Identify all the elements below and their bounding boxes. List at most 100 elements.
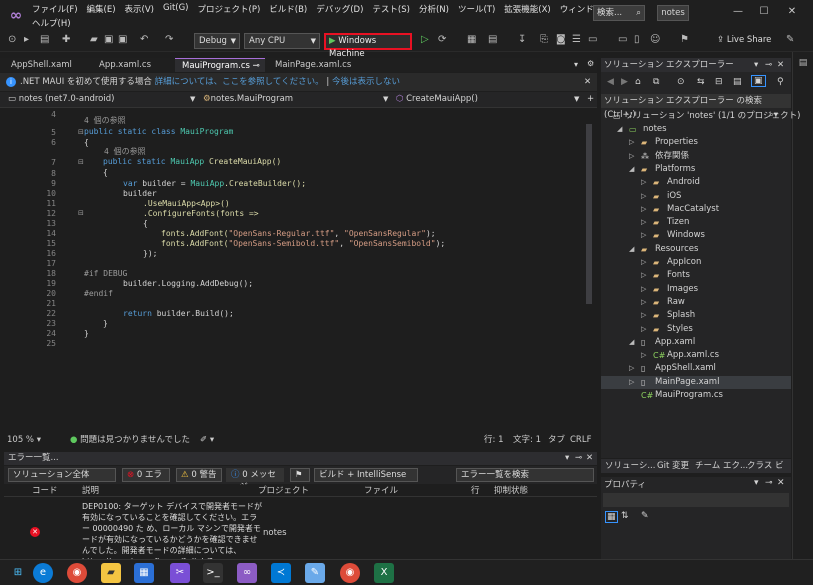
save-all-icon[interactable]: ▣ [118,34,127,45]
tree-item[interactable]: ▷ ▰ Properties [601,136,791,149]
tree-item[interactable]: ▷ ▰ Android [601,176,791,189]
tree-item[interactable]: C# MauiProgram.cs [601,389,791,402]
tree-item[interactable]: ▷ ▰ MacCatalyst [601,203,791,216]
properties-icon[interactable]: ⚲ [777,77,784,87]
tab-team-explorer[interactable]: チーム エク... [695,459,748,473]
tab-mauiprogram-cs[interactable]: MauiProgram.cs ⊸ ✕ [175,58,265,85]
char-indicator[interactable]: 文字: 1 [513,433,541,447]
collapsed-arrow-icon[interactable]: ▷ [629,150,634,163]
tree-item[interactable]: ▷ ▯ MainPage.xaml [601,375,791,389]
collapsed-arrow-icon[interactable]: ▷ [641,349,646,362]
dropdown-icon[interactable]: ▾ [565,452,569,465]
hot-reload-icon[interactable]: ⟳ [438,34,446,45]
run-windows-machine-button[interactable]: ▶ Windows Machine [324,33,412,59]
add-icon[interactable]: + [587,92,594,107]
tree-item[interactable]: ▷ ▰ Styles [601,323,791,336]
people-icon[interactable]: ☺ [650,34,660,45]
tab-app-xaml-cs[interactable]: App.xaml.cs [92,58,170,72]
close-infobar-icon[interactable]: ✕ [584,73,591,91]
scroll-thumb[interactable] [586,124,592,304]
store-icon[interactable]: ▦ [134,563,154,583]
dropdown-icon[interactable]: ▾ [754,58,758,72]
settings-icon[interactable]: ⚙ [587,59,594,68]
collapsed-arrow-icon[interactable]: ▷ [641,283,646,296]
step-icon[interactable]: ↧ [518,34,526,45]
pin-icon[interactable]: ⊸ [575,452,582,465]
tree-item[interactable]: ◢ ▭ notes [601,123,791,136]
browser-icon[interactable]: ▭ [588,34,597,45]
collapsed-arrow-icon[interactable]: ▷ [641,256,646,269]
menu-test[interactable]: テスト(S) [372,3,410,15]
redo-icon[interactable]: ↷ [165,34,173,45]
fold-toggle-icon[interactable]: ⊟ [78,128,84,136]
pin-icon[interactable]: ⊸ [765,58,772,72]
comment-icon[interactable]: ⚑ [680,34,689,45]
start-without-debug-icon[interactable]: ▷ [421,34,429,45]
monitor-icon[interactable]: ▭ [618,34,627,45]
column-header-line[interactable]: 行 [471,485,480,497]
menu-file[interactable]: ファイル(F) [32,3,78,15]
forward-icon[interactable]: ▶ [621,77,628,87]
pin-icon[interactable]: ⊸ [765,478,773,488]
visual-studio-icon[interactable]: ∞ [237,563,257,583]
tab-list-icon[interactable]: ▾ [574,60,578,69]
expanded-arrow-icon[interactable]: ◢ [629,163,634,176]
undo-icon[interactable]: ↶ [140,34,148,45]
notifications-icon[interactable]: ▤ [798,58,808,68]
expanded-arrow-icon[interactable]: ◢ [629,243,634,256]
layout-icon[interactable]: ▤ [488,34,497,45]
zoom-dropdown[interactable]: 105 % ▾ [7,433,41,447]
window-icon[interactable]: ▯ [634,34,640,45]
close-icon[interactable]: ✕ [785,6,799,17]
menu-help[interactable]: ヘルプ(H) [32,19,71,29]
collapsed-arrow-icon[interactable]: ▷ [641,269,646,282]
tab-appshell-xaml[interactable]: AppShell.xaml [4,58,82,72]
fold-toggle-icon[interactable]: ⊟ [78,209,84,217]
column-header-file[interactable]: ファイル [364,485,398,497]
line-indicator[interactable]: 行: 1 [484,433,503,447]
tab-mainpage-xaml-cs[interactable]: MainPage.xaml.cs [268,58,351,72]
collapsed-arrow-icon[interactable]: ▷ [641,229,646,242]
properties-object-dropdown[interactable] [603,493,789,507]
tree-item[interactable]: ▷ ▰ Images [601,283,791,296]
code-editor[interactable]: 4 5 6 7 8 9 10 11 12 13 14 15 16 17 18 1… [4,108,597,432]
error-search-input[interactable]: エラー一覧を検索 [456,468,594,482]
tree-item[interactable]: ◢ ▰ Platforms [601,163,791,176]
feedback-icon[interactable]: ✎ [786,34,794,45]
bookmark-icon[interactable]: ⎘ [540,34,548,45]
column-header-code[interactable]: コード [32,485,58,497]
back-icon[interactable]: ◀ [607,77,614,87]
menu-edit[interactable]: 編集(E) [87,3,116,15]
project-scope-dropdown[interactable]: ▭ notes (net7.0-android) [8,92,114,107]
tree-item[interactable]: ▷ ▯ AppShell.xaml [601,362,791,375]
save-icon[interactable]: ▣ [104,34,113,45]
menu-project[interactable]: プロジェクト(P) [198,3,261,15]
menu-build[interactable]: ビルド(B) [269,3,307,15]
column-header-description[interactable]: 説明 [82,485,99,497]
collapse-all-icon[interactable]: ⊟ [715,77,723,87]
open-folder-icon[interactable]: ▰ [90,34,98,45]
sync-icon[interactable]: ⇆ [697,77,705,87]
menu-extensions[interactable]: 拡張機能(X) [504,3,550,15]
chrome-profile-icon[interactable]: ◉ [340,563,360,583]
menu-view[interactable]: 表示(V) [125,3,154,15]
tree-item[interactable]: ▷ ▰ Fonts [601,269,791,282]
menu-tools[interactable]: ツール(T) [458,3,495,15]
tree-item[interactable]: ▷ C# App.xaml.cs [601,349,791,362]
column-header-suppression[interactable]: 抑制状態 [494,485,528,497]
collapsed-arrow-icon[interactable]: ▷ [629,376,634,389]
issues-indicator[interactable]: ● 問題は見つかりませんでした [70,433,190,447]
switch-view-icon[interactable]: ⧉ [653,77,659,87]
tree-item[interactable]: ▷ ▰ Tizen [601,216,791,229]
expanded-arrow-icon[interactable]: ◢ [617,123,622,136]
chrome-icon[interactable]: ◉ [67,563,87,583]
categorized-icon[interactable]: ▦ [605,511,618,523]
collapsed-arrow-icon[interactable]: ▷ [641,176,646,189]
collapsed-arrow-icon[interactable]: ▷ [641,309,646,322]
close-icon[interactable]: ✕ [777,58,784,72]
pin-icon[interactable]: ⊸ [253,61,260,71]
collapsed-arrow-icon[interactable]: ▷ [641,203,646,216]
column-header-project[interactable]: プロジェクト [258,485,309,497]
editor-vertical-scrollbar[interactable] [584,112,594,430]
device-manager-icon[interactable]: ▦ [467,34,476,45]
